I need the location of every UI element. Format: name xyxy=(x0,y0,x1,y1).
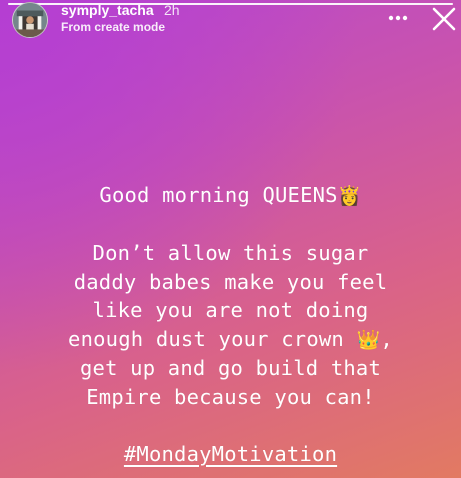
story-line: daddy babes make you feel xyxy=(73,269,388,294)
story-line-tail: , xyxy=(380,326,393,351)
story-header: symply_tacha 2h From create mode xyxy=(0,0,461,46)
story-line: Empire because you can! xyxy=(86,384,375,409)
hashtag-line: #MondayMotivation xyxy=(0,440,461,469)
story-line-crown: enough dust your crown 👑, xyxy=(0,325,461,355)
close-x-icon xyxy=(432,7,456,31)
story-text-block: Good morning QUEENS👸 Don’t allow this su… xyxy=(0,181,461,468)
more-dots-icon xyxy=(388,15,408,21)
story-source-label: From create mode xyxy=(61,20,166,34)
story-line: Don’t allow this sugar xyxy=(92,241,369,265)
queen-emoji-icon: 👸 xyxy=(337,185,362,207)
story-viewer[interactable]: symply_tacha 2h From create mode Good mo… xyxy=(0,0,461,478)
avatar-photo xyxy=(13,3,47,37)
greeting-text: Good morning QUEENS xyxy=(99,183,338,207)
post-time: 2h xyxy=(164,2,180,18)
story-line-text: enough dust your crown xyxy=(68,326,344,351)
story-line: get up and go build that xyxy=(79,356,381,380)
avatar[interactable] xyxy=(12,2,48,38)
crown-emoji-icon: 👑 xyxy=(356,328,381,351)
hashtag-link[interactable]: #MondayMotivation xyxy=(124,442,337,466)
more-options-button[interactable] xyxy=(384,8,412,28)
story-greeting-line: Good morning QUEENS👸 xyxy=(0,181,461,211)
username[interactable]: symply_tacha xyxy=(61,2,154,18)
story-line: like you are not doing xyxy=(92,298,369,322)
close-button[interactable] xyxy=(429,4,459,34)
